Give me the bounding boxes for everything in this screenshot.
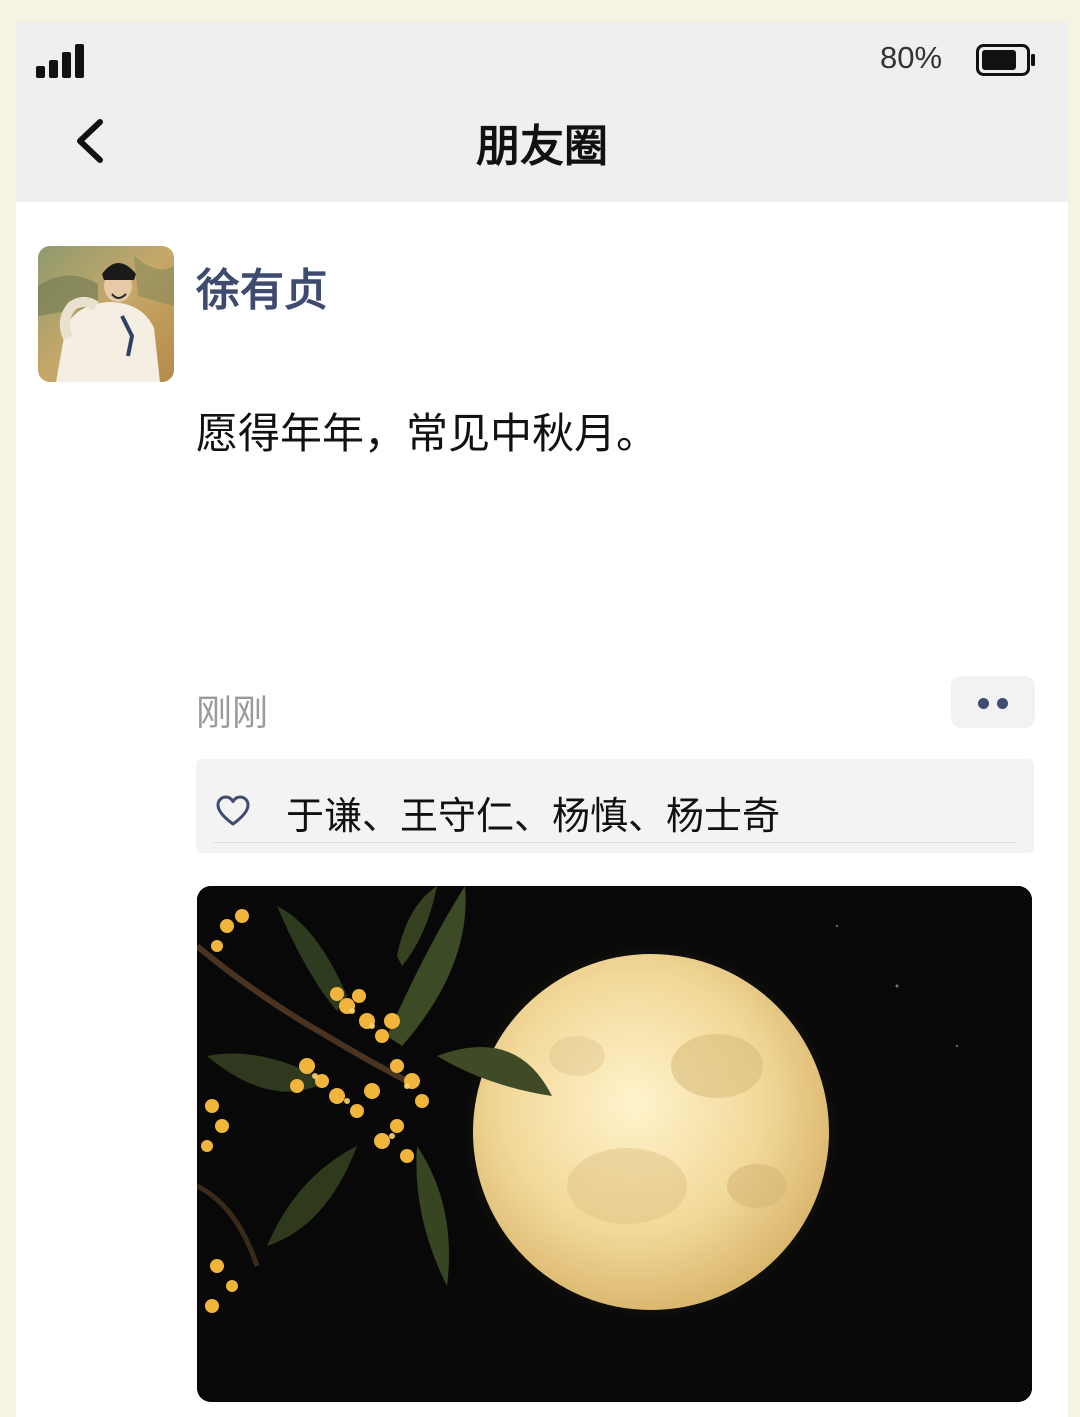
avatar[interactable] [38, 246, 174, 382]
likes-panel: 于谦、王守仁、杨慎、杨士奇 [196, 759, 1034, 853]
dot-icon [978, 698, 989, 709]
moments-screen: 80% 朋友圈 徐有贞 愿得年年，常见中秋月。 刚刚 于谦、王守仁、杨慎、杨士奇 [16, 22, 1068, 1417]
signal-icon [36, 44, 84, 78]
battery-percentage: 80% [880, 40, 943, 75]
post-time: 刚刚 [196, 693, 269, 734]
divider [214, 842, 1016, 843]
top-bar: 80% 朋友圈 [16, 22, 1068, 202]
author-name[interactable]: 徐有贞 [196, 254, 328, 318]
page-title: 朋友圈 [476, 121, 608, 172]
battery-icon [976, 44, 1035, 76]
likers-list[interactable]: 于谦、王守仁、杨慎、杨士奇 [286, 785, 780, 840]
post-text: 愿得年年，常见中秋月。 [196, 409, 659, 458]
more-actions-button[interactable] [951, 676, 1035, 728]
heart-icon [216, 795, 250, 826]
post-image[interactable] [197, 886, 1032, 1402]
dot-icon [997, 698, 1008, 709]
